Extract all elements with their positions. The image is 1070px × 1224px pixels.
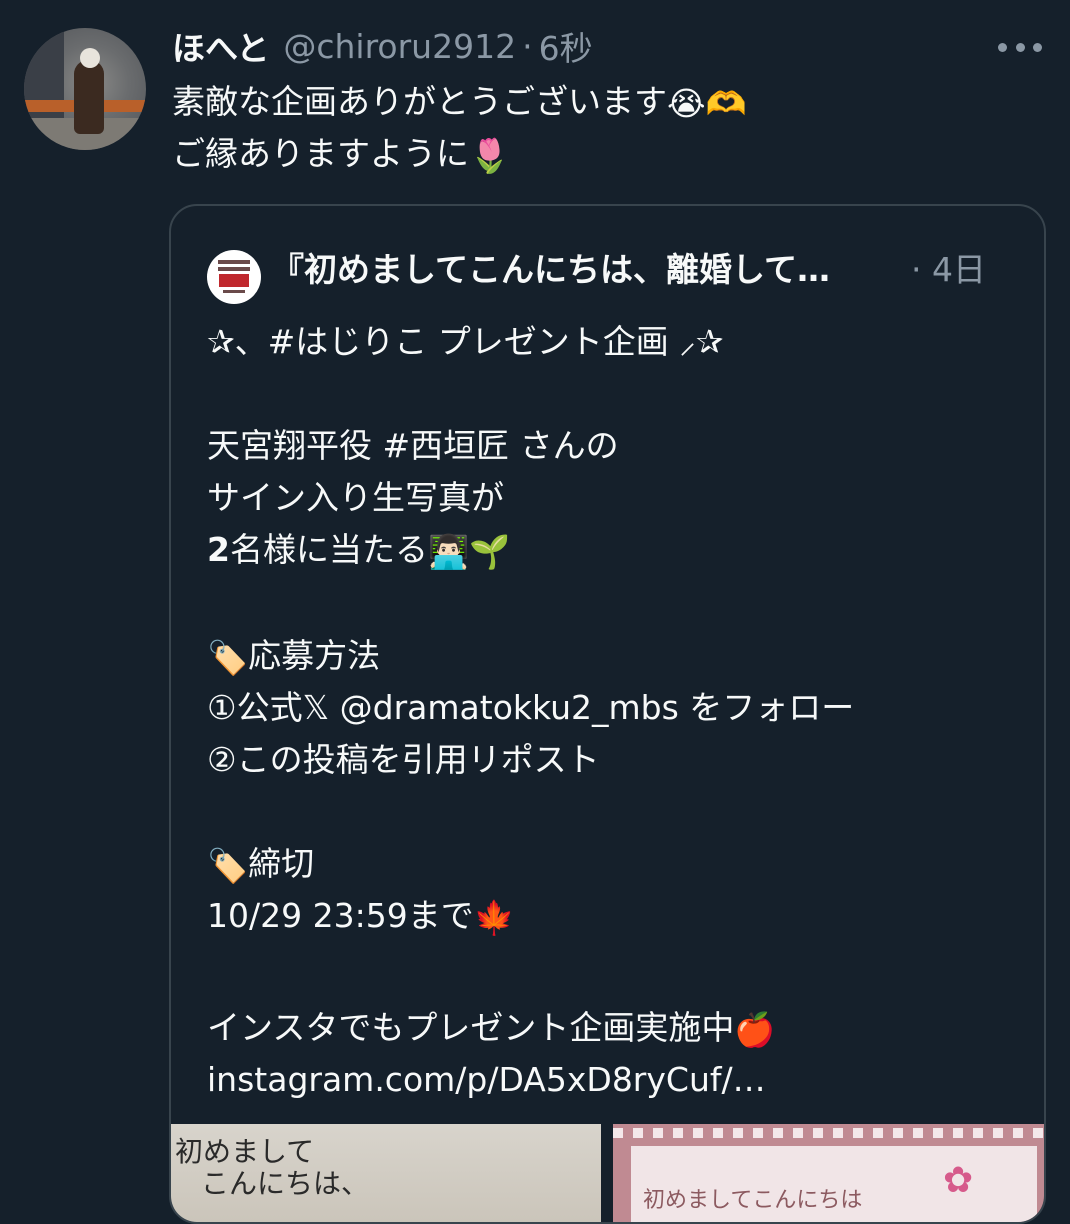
quoted-text-line: 10/29 23:59まで🍁 bbox=[207, 890, 515, 944]
quoted-media-image-2[interactable]: 初めましてこんにちは ✿ bbox=[613, 1124, 1044, 1222]
quoted-text: 応募方法 bbox=[248, 636, 381, 675]
tweet[interactable]: ほへと @chiroru2912 · 6秒 素敵な企画ありがとうございます😭🫶 … bbox=[0, 0, 1070, 1224]
tweet-header: ほへと @chiroru2912 · 6秒 bbox=[172, 26, 593, 69]
media-image-text: 初めましてこんにちは bbox=[643, 1188, 863, 1213]
more-icon[interactable] bbox=[992, 32, 1048, 62]
tweet-text: ご縁ありますように bbox=[172, 134, 469, 173]
quoted-text-line: 2名様に当たる👨🏻‍💻🌱 bbox=[207, 524, 510, 578]
quoted-text-line: ①公式𝕏 @dramatokku2_mbs をフォロー bbox=[207, 688, 855, 727]
seedling-icon: 🌱 bbox=[469, 531, 511, 571]
tweet-text-line: ご縁ありますように🌷 bbox=[172, 128, 510, 182]
author-handle[interactable]: @chiroru2912 bbox=[283, 27, 516, 66]
quoted-text-line: 🏷️応募方法 bbox=[207, 630, 380, 684]
flower-icon: ✿ bbox=[943, 1160, 974, 1201]
author-display-name[interactable]: ほへと bbox=[172, 22, 269, 70]
technologist-icon: 👨🏻‍💻 bbox=[427, 531, 470, 571]
separator-dot: · bbox=[522, 26, 533, 66]
tweet-text-line: 素敵な企画ありがとうございます😭🫶 bbox=[172, 76, 747, 130]
quoted-text: 2 bbox=[207, 530, 230, 569]
tulip-icon: 🌷 bbox=[469, 135, 511, 175]
quoted-text-line: ✰、#はじりこ プレゼント企画 ⸝✰ bbox=[207, 322, 724, 361]
maple-leaf-icon: 🍁 bbox=[473, 897, 515, 937]
quoted-text: 締切 bbox=[248, 844, 315, 883]
quoted-text-line: インスタでもプレゼント企画実施中🍎 bbox=[207, 1002, 775, 1056]
quoted-link[interactable]: instagram.com/p/DA5xD8ryCuf/… bbox=[207, 1054, 766, 1106]
tweet-text: 素敵な企画ありがとうございます bbox=[172, 82, 667, 121]
quoted-text-line: 🏷️締切 bbox=[207, 838, 314, 892]
loudly-crying-face-icon: 😭 bbox=[667, 83, 706, 123]
quoted-author-avatar[interactable] bbox=[207, 250, 261, 304]
quoted-text: 10/29 23:59まで bbox=[207, 896, 474, 935]
separator-dot: · bbox=[911, 250, 922, 289]
heart-hands-icon: 🫶 bbox=[705, 83, 747, 123]
quoted-text-line: 天宮翔平役 #西垣匠 さんの bbox=[207, 426, 619, 465]
quoted-media-image-1[interactable]: 初めまして こんにちは、 bbox=[171, 1124, 601, 1222]
quoted-text: インスタでもプレゼント企画実施中 bbox=[207, 1008, 735, 1047]
red-apple-icon: 🍎 bbox=[734, 1009, 776, 1049]
author-avatar[interactable] bbox=[24, 28, 146, 150]
tweet-timestamp[interactable]: 6秒 bbox=[539, 22, 593, 70]
quoted-tweet-card[interactable]: 『初めましてこんにちは、離婚して… · 4日 ✰、#はじりこ プレゼント企画 ⸝… bbox=[169, 204, 1046, 1224]
quoted-author-name[interactable]: 『初めましてこんにちは、離婚して… bbox=[271, 248, 891, 292]
quoted-text: 名様に当たる bbox=[229, 530, 428, 569]
quoted-timestamp[interactable]: 4日 bbox=[932, 250, 986, 289]
media-image-text: 初めまして こんにちは、 bbox=[175, 1135, 370, 1200]
quoted-meta: · 4日 bbox=[911, 248, 986, 292]
tag-icon: 🏷️ bbox=[207, 845, 249, 885]
tag-icon: 🏷️ bbox=[207, 637, 249, 677]
quoted-text-line: サイン入り生写真が bbox=[207, 478, 504, 517]
quoted-text-line: ②この投稿を引用リポスト bbox=[207, 740, 600, 779]
